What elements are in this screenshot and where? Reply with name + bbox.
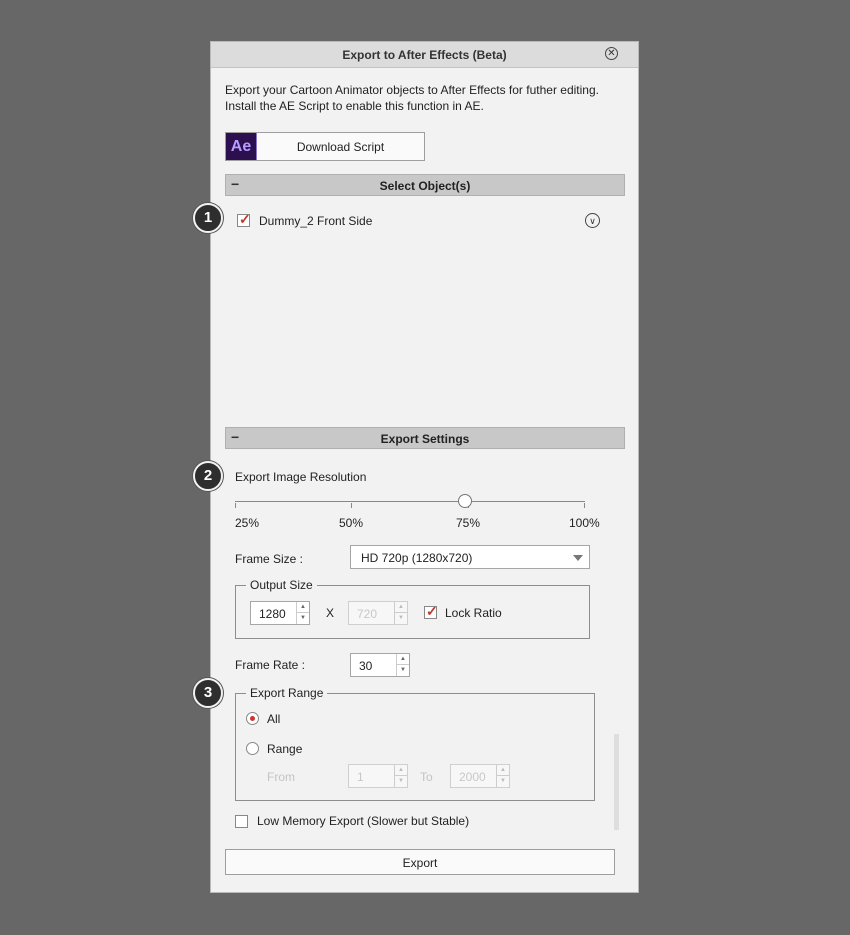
- range-from-value: 1: [357, 770, 364, 784]
- lock-ratio-label: Lock Ratio: [445, 606, 502, 620]
- export-dialog: Export to After Effects (Beta) ✕ Export …: [210, 41, 639, 893]
- dropdown-arrow-icon: [573, 555, 583, 561]
- resolution-slider-track[interactable]: [235, 501, 585, 502]
- intro-line-1: Export your Cartoon Animator objects to …: [225, 83, 599, 97]
- spin-down-icon[interactable]: ▼: [394, 613, 407, 624]
- slider-tick-label: 100%: [569, 516, 600, 530]
- output-size-group: Output Size 1280 ▲ ▼ X 720 ▲ ▼ ✓ Lock Ra…: [235, 578, 590, 639]
- frame-rate-value: 30: [359, 659, 373, 673]
- spin-up-icon[interactable]: ▲: [394, 765, 407, 776]
- callout-badge-1: 1: [193, 203, 223, 233]
- slider-tick-label: 25%: [235, 516, 260, 530]
- range-custom-radio[interactable]: [246, 742, 259, 755]
- spin-down-icon[interactable]: ▼: [394, 776, 407, 787]
- export-settings-header[interactable]: − Export Settings: [225, 427, 625, 449]
- checkmark-icon: ✓: [239, 211, 251, 227]
- slider-tick: [351, 503, 352, 508]
- range-all-label: All: [267, 712, 281, 726]
- select-objects-title: Select Object(s): [379, 179, 471, 193]
- callout-badge-3: 3: [193, 678, 223, 708]
- spin-down-icon[interactable]: ▼: [296, 613, 309, 624]
- export-settings-title: Export Settings: [380, 432, 470, 446]
- range-from-input[interactable]: 1 ▲ ▼: [348, 764, 408, 788]
- spin-up-icon[interactable]: ▲: [496, 765, 509, 776]
- frame-size-select[interactable]: HD 720p (1280x720): [350, 545, 590, 569]
- spin-up-icon[interactable]: ▲: [394, 602, 407, 613]
- spin-up-icon[interactable]: ▲: [296, 602, 309, 613]
- export-range-group: Export Range All Range From 1 ▲ ▼ To 200…: [235, 686, 595, 801]
- range-all-radio[interactable]: [246, 712, 259, 725]
- output-size-legend: Output Size: [246, 578, 317, 592]
- download-script-button[interactable]: Ae Download Script: [225, 132, 425, 161]
- low-memory-label: Low Memory Export (Slower but Stable): [257, 814, 470, 828]
- range-to-value: 2000: [459, 770, 486, 784]
- object-label: Dummy_2 Front Side: [259, 214, 373, 228]
- intro-line-2: Install the AE Script to enable this fun…: [225, 99, 484, 113]
- spin-down-icon[interactable]: ▼: [496, 776, 509, 787]
- output-width-value: 1280: [259, 607, 286, 621]
- output-height-value: 720: [357, 607, 378, 621]
- slider-tick: [235, 503, 236, 508]
- callout-badge-2: 2: [193, 461, 223, 491]
- spin-down-icon[interactable]: ▼: [396, 665, 409, 676]
- scrollbar[interactable]: [614, 734, 619, 830]
- range-custom-label: Range: [267, 742, 303, 756]
- to-label: To: [420, 770, 433, 784]
- intro-text: Export your Cartoon Animator objects to …: [225, 82, 599, 114]
- frame-rate-input[interactable]: 30 ▲ ▼: [350, 653, 410, 677]
- dialog-title: Export to After Effects (Beta): [342, 48, 507, 62]
- frame-size-label: Frame Size :: [235, 552, 304, 566]
- after-effects-logo-icon: Ae: [226, 133, 257, 160]
- close-icon[interactable]: ✕: [605, 47, 618, 60]
- output-width-input[interactable]: 1280 ▲ ▼: [250, 601, 310, 625]
- export-range-legend: Export Range: [246, 686, 328, 700]
- frame-size-value: HD 720p (1280x720): [361, 551, 473, 565]
- object-checkbox[interactable]: ✓: [237, 211, 251, 227]
- resolution-slider-thumb[interactable]: [458, 494, 472, 508]
- chevron-down-icon[interactable]: ∨: [585, 213, 600, 228]
- size-separator: X: [326, 606, 335, 620]
- slider-tick-label: 50%: [339, 516, 364, 530]
- select-objects-header[interactable]: − Select Object(s): [225, 174, 625, 196]
- slider-tick: [584, 503, 585, 508]
- lock-ratio-checkbox[interactable]: ✓: [424, 603, 438, 619]
- output-height-input[interactable]: 720 ▲ ▼: [348, 601, 408, 625]
- spin-up-icon[interactable]: ▲: [396, 654, 409, 665]
- low-memory-checkbox[interactable]: [235, 815, 248, 828]
- range-to-input[interactable]: 2000 ▲ ▼: [450, 764, 510, 788]
- resolution-label: Export Image Resolution: [235, 470, 367, 484]
- export-button-label: Export: [402, 856, 438, 870]
- from-label: From: [267, 770, 295, 784]
- frame-rate-label: Frame Rate :: [235, 658, 306, 672]
- radio-selected-dot: [250, 716, 255, 721]
- download-script-label: Download Script: [296, 140, 385, 154]
- title-bar: Export to After Effects (Beta) ✕: [211, 42, 638, 68]
- export-button[interactable]: Export: [225, 849, 615, 875]
- checkmark-icon: ✓: [426, 603, 438, 619]
- slider-tick-label: 75%: [456, 516, 481, 530]
